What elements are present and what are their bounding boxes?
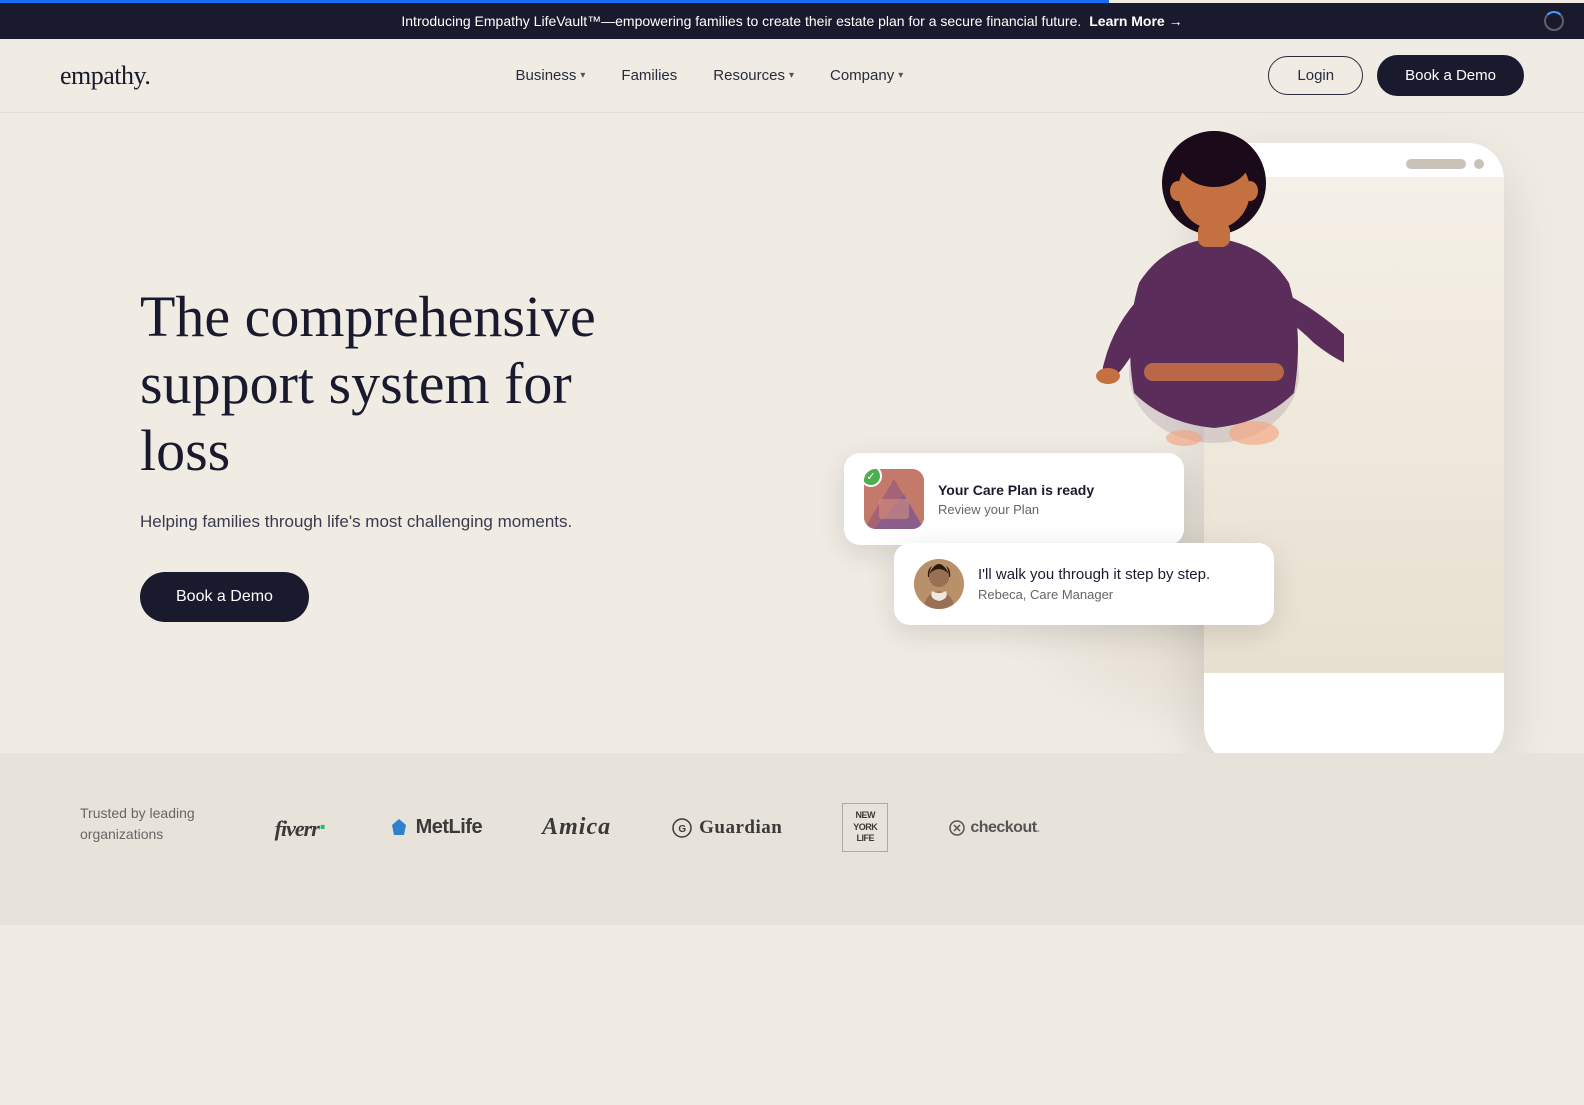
hero-text: The comprehensive support system for los… [140,284,660,621]
book-demo-button-hero[interactable]: Book a Demo [140,572,309,622]
logo-fiverr: fiverr· [275,813,328,842]
logo[interactable]: empathy. [60,61,150,91]
logo-new-york-life: NEWYORKLIFE [842,803,888,852]
nav-item-company[interactable]: Company ▾ [830,67,903,84]
card-care-plan: ✓ Your Care Plan is ready Review your Pl… [844,453,1184,545]
chevron-down-icon: ▾ [789,70,794,81]
logo-checkout: checkout. [948,819,1039,837]
card-care-manager: I'll walk you through it step by step. R… [894,543,1274,625]
card-manager-message: I'll walk you through it step by step. [978,566,1254,583]
loading-spinner [1544,11,1564,31]
banner-text: Introducing Empathy LifeVault™—empowerin… [401,13,1081,29]
hero-title: The comprehensive support system for los… [140,284,660,484]
card-manager-text: I'll walk you through it step by step. R… [978,566,1254,602]
nav-item-business[interactable]: Business ▾ [516,67,586,84]
avatar [914,559,964,609]
card-text: Your Care Plan is ready Review your Plan [938,482,1164,517]
nav-item-resources[interactable]: Resources ▾ [713,67,794,84]
phone-camera-dot [1474,159,1484,169]
logo-metlife: MetLife [388,816,483,839]
navbar: empathy. Business ▾ Families Resources ▾… [0,39,1584,113]
book-demo-button-nav[interactable]: Book a Demo [1377,55,1524,96]
nav-right: Login Book a Demo [1268,55,1524,96]
top-banner: Introducing Empathy LifeVault™—empowerin… [0,3,1584,39]
hero-section: The comprehensive support system for los… [0,113,1584,753]
svg-text:G: G [678,824,686,835]
trusted-section: Trusted by leading organizations fiverr·… [0,753,1584,925]
phone-notch [1406,159,1466,169]
nav-center: Business ▾ Families Resources ▾ Company … [516,67,904,84]
hero-visual: ✓ Your Care Plan is ready Review your Pl… [724,113,1584,753]
learn-more-link[interactable]: Learn More → [1089,13,1182,29]
card-manager-name: Rebeca, Care Manager [978,587,1254,602]
card-care-plan-title: Your Care Plan is ready [938,482,1164,498]
trusted-label: Trusted by leading organizations [80,803,195,845]
logo-amica: Amica [542,814,611,841]
logo-guardian: G Guardian [671,817,782,839]
card-thumbnail: ✓ [864,469,924,529]
card-care-plan-subtitle: Review your Plan [938,502,1164,517]
chevron-down-icon: ▾ [898,70,903,81]
person-illustration [1084,113,1344,463]
login-button[interactable]: Login [1268,56,1363,95]
chevron-down-icon: ▾ [580,70,585,81]
nav-item-families[interactable]: Families [621,67,677,84]
trusted-logos: fiverr· MetLife Amica G Guardian [275,803,1040,852]
hero-subtitle: Helping families through life's most cha… [140,508,660,535]
